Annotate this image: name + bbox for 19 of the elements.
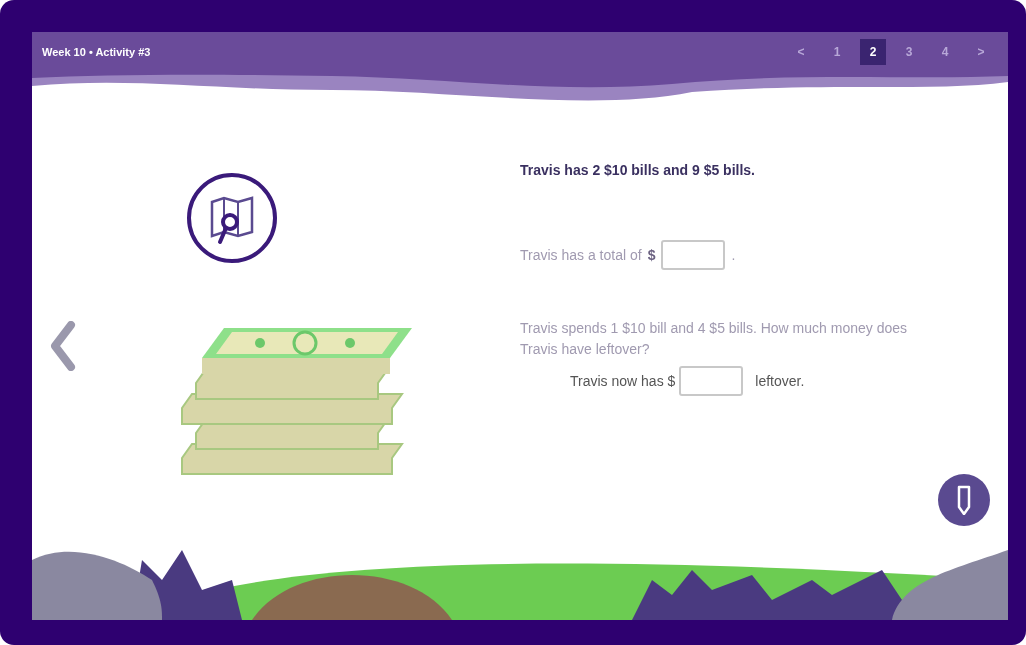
dollar-sign: $ — [647, 247, 656, 263]
question-prompt: Travis has a total of — [520, 247, 642, 263]
question-prompt: Travis spends 1 $10 bill and 4 $5 bills. How much money does Travis have leftover? — [520, 319, 909, 359]
answer-field[interactable] — [661, 240, 726, 270]
page-button[interactable]: 1 — [824, 39, 850, 65]
map-magnifier-icon — [186, 172, 278, 264]
page-button[interactable]: 2 — [860, 39, 886, 65]
pencil-button[interactable] — [938, 474, 990, 526]
page-button[interactable]: 4 — [932, 39, 958, 65]
answer-suffix: leftover. — [755, 373, 805, 389]
problem-statement: Travis has 2 $10 bills and 9 $5 bills. — [520, 162, 756, 178]
activity-title: Week 10 • Activity #3 — [42, 46, 151, 58]
page-button[interactable]: 3 — [896, 39, 922, 65]
pencil-icon — [956, 485, 972, 515]
answer-field[interactable] — [679, 366, 744, 396]
previous-page-button[interactable]: < — [788, 39, 814, 65]
sentence-end: . — [731, 247, 736, 263]
next-page-button[interactable]: > — [968, 39, 994, 65]
answer-label: Travis now has $ — [570, 373, 676, 389]
